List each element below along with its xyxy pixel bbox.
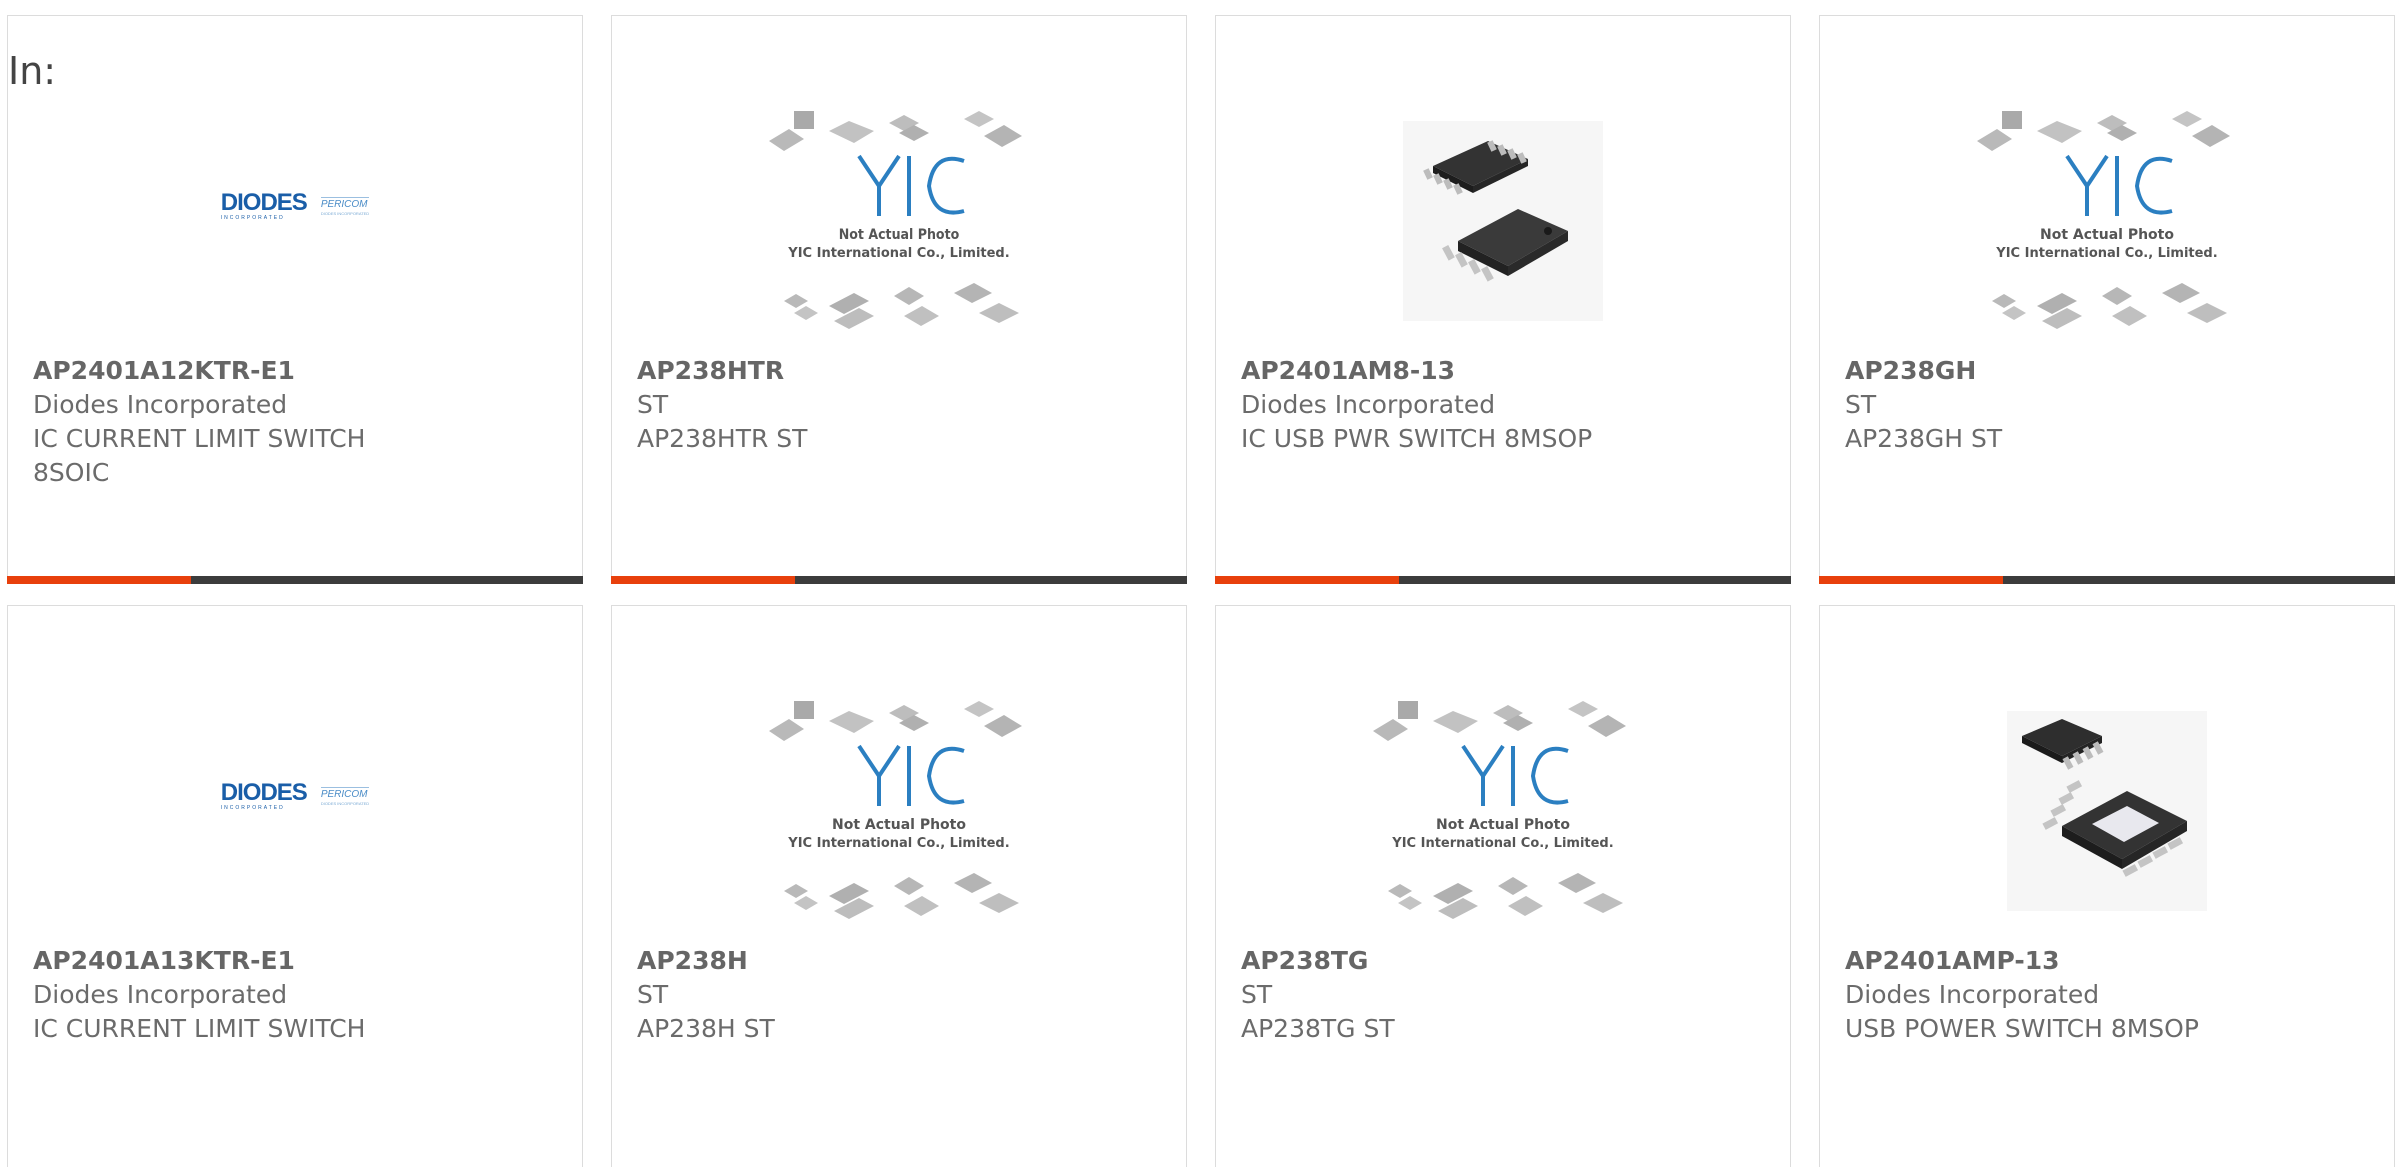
description: AP238H ST: [637, 1014, 775, 1043]
product-image[interactable]: DIODES INCORPORATED PERICOM DIODES INCORPO…: [8, 86, 582, 356]
product-info: AP238H ST AP238H ST: [637, 944, 1166, 1046]
manufacturer: ST: [1241, 980, 1273, 1009]
msop-pad-chip-photo: [2007, 711, 2207, 911]
part-number[interactable]: AP2401AM8-13: [1241, 354, 1770, 388]
card-bottom-bar: [1819, 576, 2395, 584]
product-card[interactable]: Not Actual Photo YIC International Co., …: [1215, 605, 1791, 1167]
part-number[interactable]: AP238H: [637, 944, 1166, 978]
product-image[interactable]: Not Actual Photo YIC International Co., …: [1216, 676, 1790, 946]
manufacturer: Diodes Incorporated: [1241, 390, 1496, 419]
description: USB POWER SWITCH 8MSOP: [1845, 1014, 2199, 1043]
manufacturer: ST: [637, 390, 669, 419]
svg-text:Not Actual Photo: Not Actual Photo: [832, 817, 966, 833]
part-number[interactable]: AP238TG: [1241, 944, 1770, 978]
svg-text:YIC International Co., Limited: YIC International Co., Limited.: [787, 836, 1009, 851]
product-info: AP238GH ST AP238GH ST: [1845, 354, 2374, 456]
card-bottom-bar: [1215, 576, 1791, 584]
part-number[interactable]: AP2401A12KTR-E1: [33, 354, 562, 388]
product-info: AP238TG ST AP238TG ST: [1241, 944, 1770, 1046]
svg-text:Not Actual Photo: Not Actual Photo: [839, 227, 960, 243]
description: AP238GH ST: [1845, 424, 2003, 453]
product-card[interactable]: AP2401AM8-13 Diodes Incorporated IC USB …: [1215, 15, 1791, 584]
svg-text:YIC International Co., Limited: YIC International Co., Limited.: [1391, 836, 1613, 851]
product-card[interactable]: Not Actual Photo YIC International Co., …: [611, 605, 1187, 1167]
product-info: AP238HTR ST AP238HTR ST: [637, 354, 1166, 456]
svg-text:YIC International Co., Limited: YIC International Co., Limited.: [1995, 246, 2217, 261]
product-info: AP2401AMP-13 Diodes Incorporated USB POW…: [1845, 944, 2374, 1046]
product-image[interactable]: DIODES INCORPORATED PERICOM DIODES INCORPO…: [8, 676, 582, 946]
product-info: AP2401AM8-13 Diodes Incorporated IC USB …: [1241, 354, 1770, 456]
part-number[interactable]: AP2401AMP-13: [1845, 944, 2374, 978]
manufacturer: Diodes Incorporated: [1845, 980, 2100, 1009]
product-image[interactable]: Not Actual Photo YIC International Co., …: [612, 676, 1186, 946]
description: IC CURRENT LIMIT SWITCH 8SOIC: [33, 424, 366, 487]
description: AP238TG ST: [1241, 1014, 1395, 1043]
svg-text:YIC International Co., Limited: YIC International Co., Limited.: [787, 246, 1009, 261]
product-image[interactable]: [1820, 676, 2394, 946]
svg-text:Not Actual Photo: Not Actual Photo: [2040, 227, 2174, 243]
yic-placeholder-image: Not Actual Photo YIC International Co., …: [1977, 111, 2230, 329]
product-card[interactable]: Not Actual Photo YIC International Co., …: [611, 15, 1187, 584]
product-card[interactable]: In: DIODES INCORPORATED PERICOM DIODES INC…: [7, 15, 583, 584]
description: IC CURRENT LIMIT SWITCH: [33, 1014, 366, 1043]
description: IC USB PWR SWITCH 8MSOP: [1241, 424, 1593, 453]
manufacturer: Diodes Incorporated: [33, 390, 288, 419]
part-number[interactable]: AP238GH: [1845, 354, 2374, 388]
description: AP238HTR ST: [637, 424, 808, 453]
part-number[interactable]: AP238HTR: [637, 354, 1166, 388]
product-info: AP2401A12KTR-E1 Diodes Incorporated IC C…: [33, 354, 562, 490]
manufacturer: ST: [637, 980, 669, 1009]
card-bottom-bar: [611, 576, 1187, 584]
yic-placeholder-image: Not Actual Photo YIC International Co., …: [1373, 701, 1626, 919]
product-card[interactable]: DIODES INCORPORATED PERICOM DIODES INCORPO…: [7, 605, 583, 1167]
yic-placeholder-image: Not Actual Photo YIC International Co., …: [769, 701, 1022, 919]
part-number[interactable]: AP2401A13KTR-E1: [33, 944, 562, 978]
manufacturer: Diodes Incorporated: [33, 980, 288, 1009]
card-bottom-bar: [7, 576, 583, 584]
svg-text:Not Actual Photo: Not Actual Photo: [1436, 817, 1570, 833]
product-grid: In: DIODES INCORPORATED PERICOM DIODES INC…: [0, 0, 2400, 1167]
product-card[interactable]: AP2401AMP-13 Diodes Incorporated USB POW…: [1819, 605, 2395, 1167]
product-image[interactable]: Not Actual Photo YIC International Co., …: [612, 86, 1186, 356]
product-card[interactable]: Not Actual Photo YIC International Co., …: [1819, 15, 2395, 584]
diodes-logo: DIODES INCORPORATED PERICOM DIODES INCORPO…: [220, 779, 370, 811]
product-image[interactable]: Not Actual Photo YIC International Co., …: [1820, 86, 2394, 356]
product-info: AP2401A13KTR-E1 Diodes Incorporated IC C…: [33, 944, 562, 1046]
manufacturer: ST: [1845, 390, 1877, 419]
diodes-logo: DIODES INCORPORATED PERICOM DIODES INCORPO…: [220, 189, 370, 221]
msop-chip-photo: [1403, 121, 1603, 321]
product-image[interactable]: [1216, 86, 1790, 356]
yic-placeholder-image: Not Actual Photo YIC International Co., …: [769, 111, 1022, 329]
